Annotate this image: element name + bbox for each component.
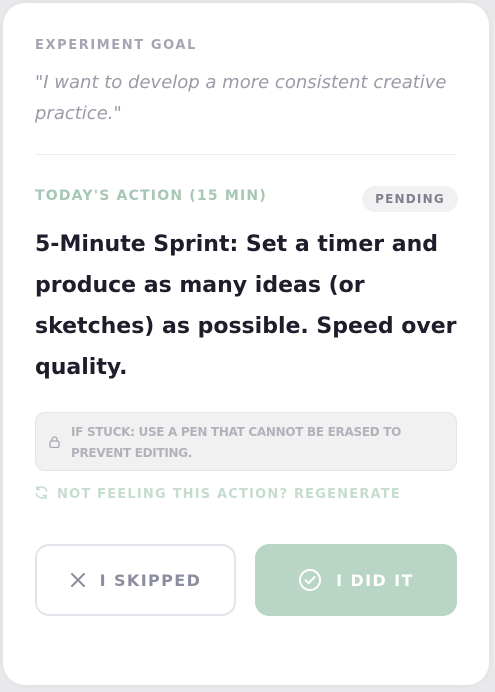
did-it-button-label: I DID IT xyxy=(336,570,414,590)
regenerate-link[interactable]: NOT FEELING THIS ACTION? REGENERATE xyxy=(34,485,401,504)
refresh-icon xyxy=(34,485,49,504)
lock-icon xyxy=(49,433,60,452)
action-card: EXPERIMENT GOAL "I want to develop a mor… xyxy=(3,3,489,685)
action-label: TODAY'S ACTION (15 MIN) xyxy=(35,188,267,204)
hint-text: IF STUCK: USE A PEN THAT CANNOT BE ERASE… xyxy=(71,425,402,460)
skip-button[interactable]: I SKIPPED xyxy=(35,544,236,616)
skip-button-label: I SKIPPED xyxy=(99,570,202,590)
goal-quote: "I want to develop a more consistent cre… xyxy=(35,72,447,124)
divider xyxy=(35,154,456,155)
hint-box: IF STUCK: USE A PEN THAT CANNOT BE ERASE… xyxy=(35,412,457,471)
goal-label: EXPERIMENT GOAL xyxy=(35,38,197,53)
regenerate-label: NOT FEELING THIS ACTION? REGENERATE xyxy=(57,487,401,502)
status-badge: PENDING xyxy=(362,186,458,212)
close-icon xyxy=(70,572,86,588)
did-it-button[interactable]: I DID IT xyxy=(255,544,457,616)
action-description: 5-Minute Sprint: Set a timer and produce… xyxy=(35,232,457,380)
check-circle-icon xyxy=(298,568,322,592)
